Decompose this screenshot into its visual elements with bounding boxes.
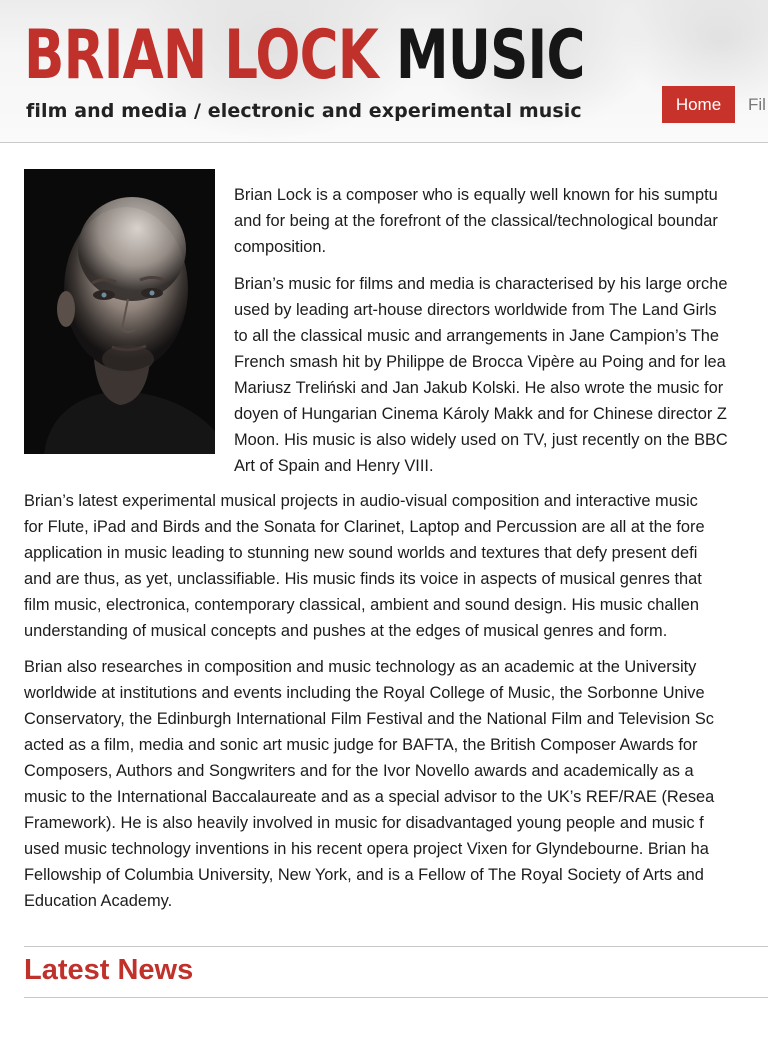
section-divider: [24, 946, 768, 947]
bio-paragraph-4: Brian also researches in composition and…: [24, 654, 768, 914]
bio-line: for Flute, iPad and Birds and the Sonata…: [24, 518, 705, 536]
site-tagline: film and media / electronic and experime…: [26, 100, 582, 122]
logo-music: MUSIC: [395, 16, 586, 95]
bio-line: Brian’s latest experimental musical proj…: [24, 492, 698, 510]
site-header: BRIAN LOCK MUSIC film and media / electr…: [0, 0, 768, 143]
bio-line: Brian also researches in composition and…: [24, 658, 697, 676]
latest-news-heading: Latest News: [24, 954, 194, 986]
bio-line: Education Academy.: [24, 892, 173, 910]
logo-name: BRIAN LOCK: [24, 16, 379, 95]
bio-line: used by leading art-house directors worl…: [234, 301, 717, 319]
site-logo[interactable]: BRIAN LOCK MUSIC: [24, 16, 585, 96]
bio-line: Fellowship of Columbia University, New Y…: [24, 866, 704, 884]
bio-line: to all the classical music and arrangeme…: [234, 327, 719, 345]
bio-line: Art of Spain and Henry VIII.: [234, 457, 434, 475]
bio-line: Conservatory, the Edinburgh Internationa…: [24, 710, 714, 728]
bio-line: understanding of musical concepts and pu…: [24, 622, 668, 640]
bio-line: acted as a film, media and sonic art mus…: [24, 736, 698, 754]
section-divider: [24, 997, 768, 998]
bio-line: composition.: [234, 238, 327, 256]
bio-line: Moon. His music is also widely used on T…: [234, 431, 728, 449]
bio-line: application in music leading to stunning…: [24, 544, 698, 562]
bio-line: Brian Lock is a composer who is equally …: [234, 186, 718, 204]
bio-paragraph-2: Brian’s music for films and media is cha…: [234, 271, 768, 479]
portrait-photo: [24, 169, 215, 454]
bio-line: Mariusz Treliński and Jan Jakub Kolski. …: [234, 379, 724, 397]
nav-item-film[interactable]: Fil: [748, 86, 766, 123]
bio-paragraph-1: Brian Lock is a composer who is equally …: [234, 182, 768, 260]
bio-line: and for being at the forefront of the cl…: [234, 212, 718, 230]
nav-item-home[interactable]: Home: [662, 86, 735, 123]
bio-line: worldwide at institutions and events inc…: [24, 684, 705, 702]
bio-line: doyen of Hungarian Cinema Károly Makk an…: [234, 405, 727, 423]
bio-line: used music technology inventions in his …: [24, 840, 709, 858]
bio-line: French smash hit by Philippe de Brocca V…: [234, 353, 726, 371]
bio-line: film music, electronica, contemporary cl…: [24, 596, 700, 614]
bio-paragraph-3: Brian’s latest experimental musical proj…: [24, 488, 768, 644]
bio-line: music to the International Baccalaureate…: [24, 788, 715, 806]
bio-line: Brian’s music for films and media is cha…: [234, 275, 728, 293]
bio-line: Composers, Authors and Songwriters and f…: [24, 762, 694, 780]
bio-line: and are thus, as yet, unclassifiable. Hi…: [24, 570, 702, 588]
bio-line: Framework). He is also heavily involved …: [24, 814, 704, 832]
